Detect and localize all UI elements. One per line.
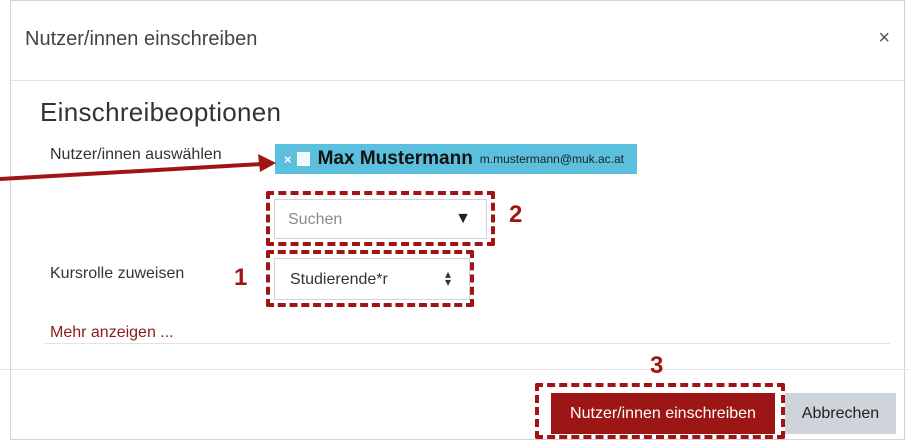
annotation-arrow: [0, 154, 276, 181]
